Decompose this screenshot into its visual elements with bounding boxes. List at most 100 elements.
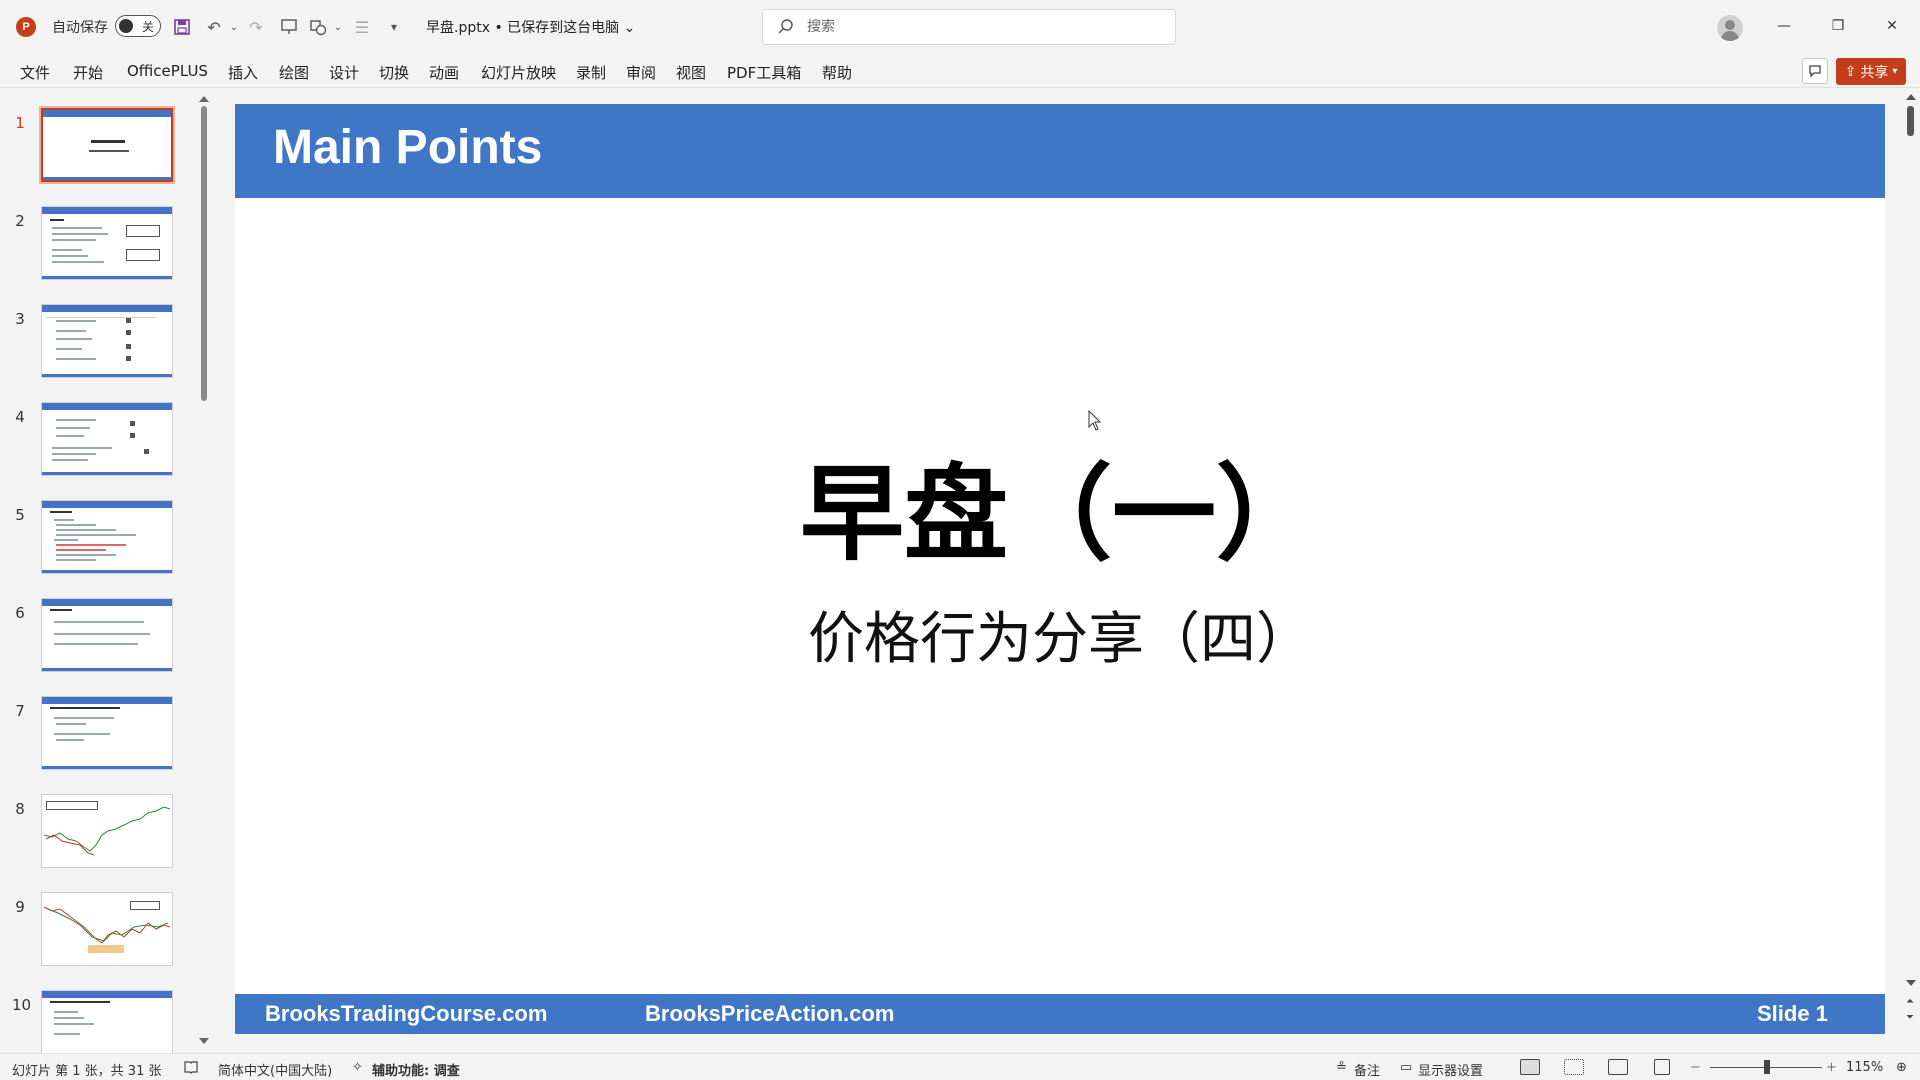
slide-thumbnail[interactable] bbox=[41, 500, 173, 574]
notes-button[interactable]: 备注 bbox=[1354, 1060, 1380, 1079]
tab-view[interactable]: 视图 bbox=[676, 62, 706, 83]
thumbnail-row[interactable]: 1 bbox=[0, 106, 200, 188]
tab-file[interactable]: 文件 bbox=[20, 62, 50, 83]
tab-draw[interactable]: 绘图 bbox=[279, 62, 309, 83]
spelling-check-icon[interactable] bbox=[184, 1060, 198, 1078]
thumbnail-row[interactable]: 3 bbox=[0, 304, 200, 384]
footer-middle-text[interactable]: BrooksPriceAction.com bbox=[645, 1001, 894, 1027]
tab-review[interactable]: 审阅 bbox=[626, 62, 656, 83]
thumbnail-row[interactable]: 2 bbox=[0, 206, 200, 286]
accessibility-status[interactable]: 辅助功能: 调查 bbox=[372, 1060, 460, 1079]
slide-thumbnail[interactable] bbox=[41, 990, 173, 1053]
slide-thumbnail[interactable] bbox=[41, 794, 173, 868]
slide-footer-band: BrooksTradingCourse.com BrooksPriceActio… bbox=[235, 994, 1885, 1034]
share-icon: ⇪ bbox=[1844, 63, 1857, 80]
search-box[interactable] bbox=[762, 9, 1176, 45]
slide-heading[interactable]: Main Points bbox=[273, 120, 542, 175]
tab-record[interactable]: 录制 bbox=[576, 62, 606, 83]
accessibility-icon[interactable]: ✧ bbox=[352, 1060, 363, 1075]
thumbnail-number: 10 bbox=[12, 996, 32, 1014]
save-icon[interactable] bbox=[170, 15, 194, 39]
slide-title[interactable]: 早盘（一） bbox=[235, 429, 1885, 580]
display-settings-icon[interactable]: ▭ bbox=[1400, 1060, 1412, 1075]
thumbnail-row[interactable]: 8 bbox=[0, 794, 200, 874]
footer-left-text[interactable]: BrooksTradingCourse.com bbox=[265, 1001, 547, 1027]
tab-insert[interactable]: 插入 bbox=[228, 62, 258, 83]
tab-help[interactable]: 帮助 bbox=[822, 62, 852, 83]
previous-slide-icon[interactable]: ⏶ bbox=[1906, 996, 1914, 1007]
thumbnail-number: 3 bbox=[15, 310, 25, 328]
slide-thumbnail[interactable] bbox=[41, 304, 173, 378]
tab-design[interactable]: 设计 bbox=[329, 62, 359, 83]
scrollbar-thumb[interactable] bbox=[1907, 106, 1914, 136]
restore-icon[interactable]: ❐ bbox=[1826, 14, 1850, 38]
search-icon bbox=[778, 19, 793, 34]
tab-animations[interactable]: 动画 bbox=[429, 62, 459, 83]
redo-icon[interactable]: ↷ bbox=[244, 15, 268, 39]
user-avatar-icon[interactable] bbox=[1717, 15, 1743, 41]
thumbnail-row[interactable]: 5 bbox=[0, 500, 200, 580]
thumbnail-row[interactable]: 6 bbox=[0, 598, 200, 678]
powerpoint-logo-icon: P bbox=[16, 17, 36, 37]
minimize-icon[interactable]: — bbox=[1772, 14, 1796, 38]
scroll-down-icon[interactable] bbox=[199, 1038, 209, 1044]
thumbnail-scrollbar[interactable] bbox=[199, 96, 209, 1046]
thumbnail-number: 1 bbox=[15, 114, 25, 132]
scrollbar-thumb[interactable] bbox=[201, 106, 207, 401]
notes-icon[interactable]: ≗ bbox=[1336, 1060, 1347, 1075]
thumbnail-number: 6 bbox=[15, 604, 25, 622]
scroll-up-icon[interactable] bbox=[1906, 94, 1916, 100]
autosave-toggle[interactable]: 关 bbox=[115, 15, 161, 37]
chevron-down-icon: ▾ bbox=[1892, 66, 1898, 77]
document-title[interactable]: 早盘.pptx • 已保存到这台电脑 ⌄ bbox=[426, 17, 635, 37]
next-slide-icon[interactable]: ⏷ bbox=[1906, 1012, 1914, 1023]
slide-thumbnail[interactable] bbox=[41, 402, 173, 476]
scroll-down-icon[interactable] bbox=[1906, 980, 1916, 986]
footer-slide-number[interactable]: Slide 1 bbox=[1757, 1001, 1828, 1027]
shapes-dropdown-icon[interactable]: ⌄ bbox=[326, 15, 350, 39]
zoom-level[interactable]: 115% bbox=[1846, 1060, 1883, 1075]
customize-toolbar-icon[interactable]: ▾ bbox=[382, 15, 406, 39]
language-indicator[interactable]: 简体中文(中国大陆) bbox=[218, 1060, 332, 1079]
slide-thumbnail[interactable] bbox=[41, 892, 173, 966]
reading-view-icon[interactable] bbox=[1608, 1059, 1628, 1075]
tab-officeplus[interactable]: OfficePLUS bbox=[127, 62, 208, 80]
align-icon[interactable]: ☰ bbox=[350, 15, 374, 39]
zoom-in-icon[interactable]: + bbox=[1826, 1060, 1837, 1075]
display-settings-button[interactable]: 显示器设置 bbox=[1418, 1060, 1483, 1079]
fit-to-window-icon[interactable]: ⊕ bbox=[1896, 1060, 1907, 1075]
slide-thumbnail[interactable] bbox=[41, 696, 173, 770]
autosave-state: 关 bbox=[142, 20, 155, 34]
slide-thumbnail[interactable] bbox=[39, 106, 175, 184]
tab-pdf-tools[interactable]: PDF工具箱 bbox=[727, 62, 801, 83]
slide-sorter-icon[interactable] bbox=[1564, 1059, 1584, 1075]
present-from-start-icon[interactable] bbox=[277, 15, 301, 39]
slide-thumbnail[interactable] bbox=[41, 206, 173, 280]
scroll-up-icon[interactable] bbox=[199, 96, 209, 102]
autosave-label: 自动保存 bbox=[52, 20, 108, 36]
zoom-out-icon[interactable]: − bbox=[1690, 1060, 1701, 1075]
search-input[interactable] bbox=[807, 16, 1157, 38]
thumbnail-row[interactable]: 10 bbox=[0, 990, 200, 1053]
toggle-knob bbox=[119, 19, 133, 33]
normal-view-icon[interactable] bbox=[1520, 1059, 1540, 1075]
tab-slideshow[interactable]: 幻灯片放映 bbox=[481, 62, 556, 83]
slide-canvas[interactable]: Main Points 早盘（一） 价格行为分享（四） BrooksTradin… bbox=[235, 104, 1885, 1034]
close-icon[interactable]: ✕ bbox=[1880, 14, 1904, 38]
thumbnail-number: 4 bbox=[15, 408, 25, 426]
slide-thumbnail[interactable] bbox=[41, 598, 173, 672]
thumbnail-number: 2 bbox=[15, 212, 25, 230]
undo-dropdown-icon[interactable]: ⌄ bbox=[222, 15, 246, 39]
thumbnail-row[interactable]: 7 bbox=[0, 696, 200, 776]
slide-scrollbar[interactable]: ⏶ ⏷ bbox=[1902, 88, 1920, 1053]
thumbnail-row[interactable]: 9 bbox=[0, 892, 200, 972]
share-button[interactable]: ⇪ 共享 ▾ bbox=[1836, 58, 1906, 85]
slide-subtitle[interactable]: 价格行为分享（四） bbox=[235, 594, 1885, 675]
slideshow-view-icon[interactable] bbox=[1654, 1059, 1670, 1075]
thumbnail-row[interactable]: 4 bbox=[0, 402, 200, 482]
tab-home[interactable]: 开始 bbox=[73, 62, 103, 83]
comments-button[interactable] bbox=[1802, 58, 1828, 84]
comment-icon bbox=[1809, 65, 1821, 78]
tab-transitions[interactable]: 切换 bbox=[379, 62, 409, 83]
zoom-slider-knob[interactable] bbox=[1764, 1060, 1770, 1074]
